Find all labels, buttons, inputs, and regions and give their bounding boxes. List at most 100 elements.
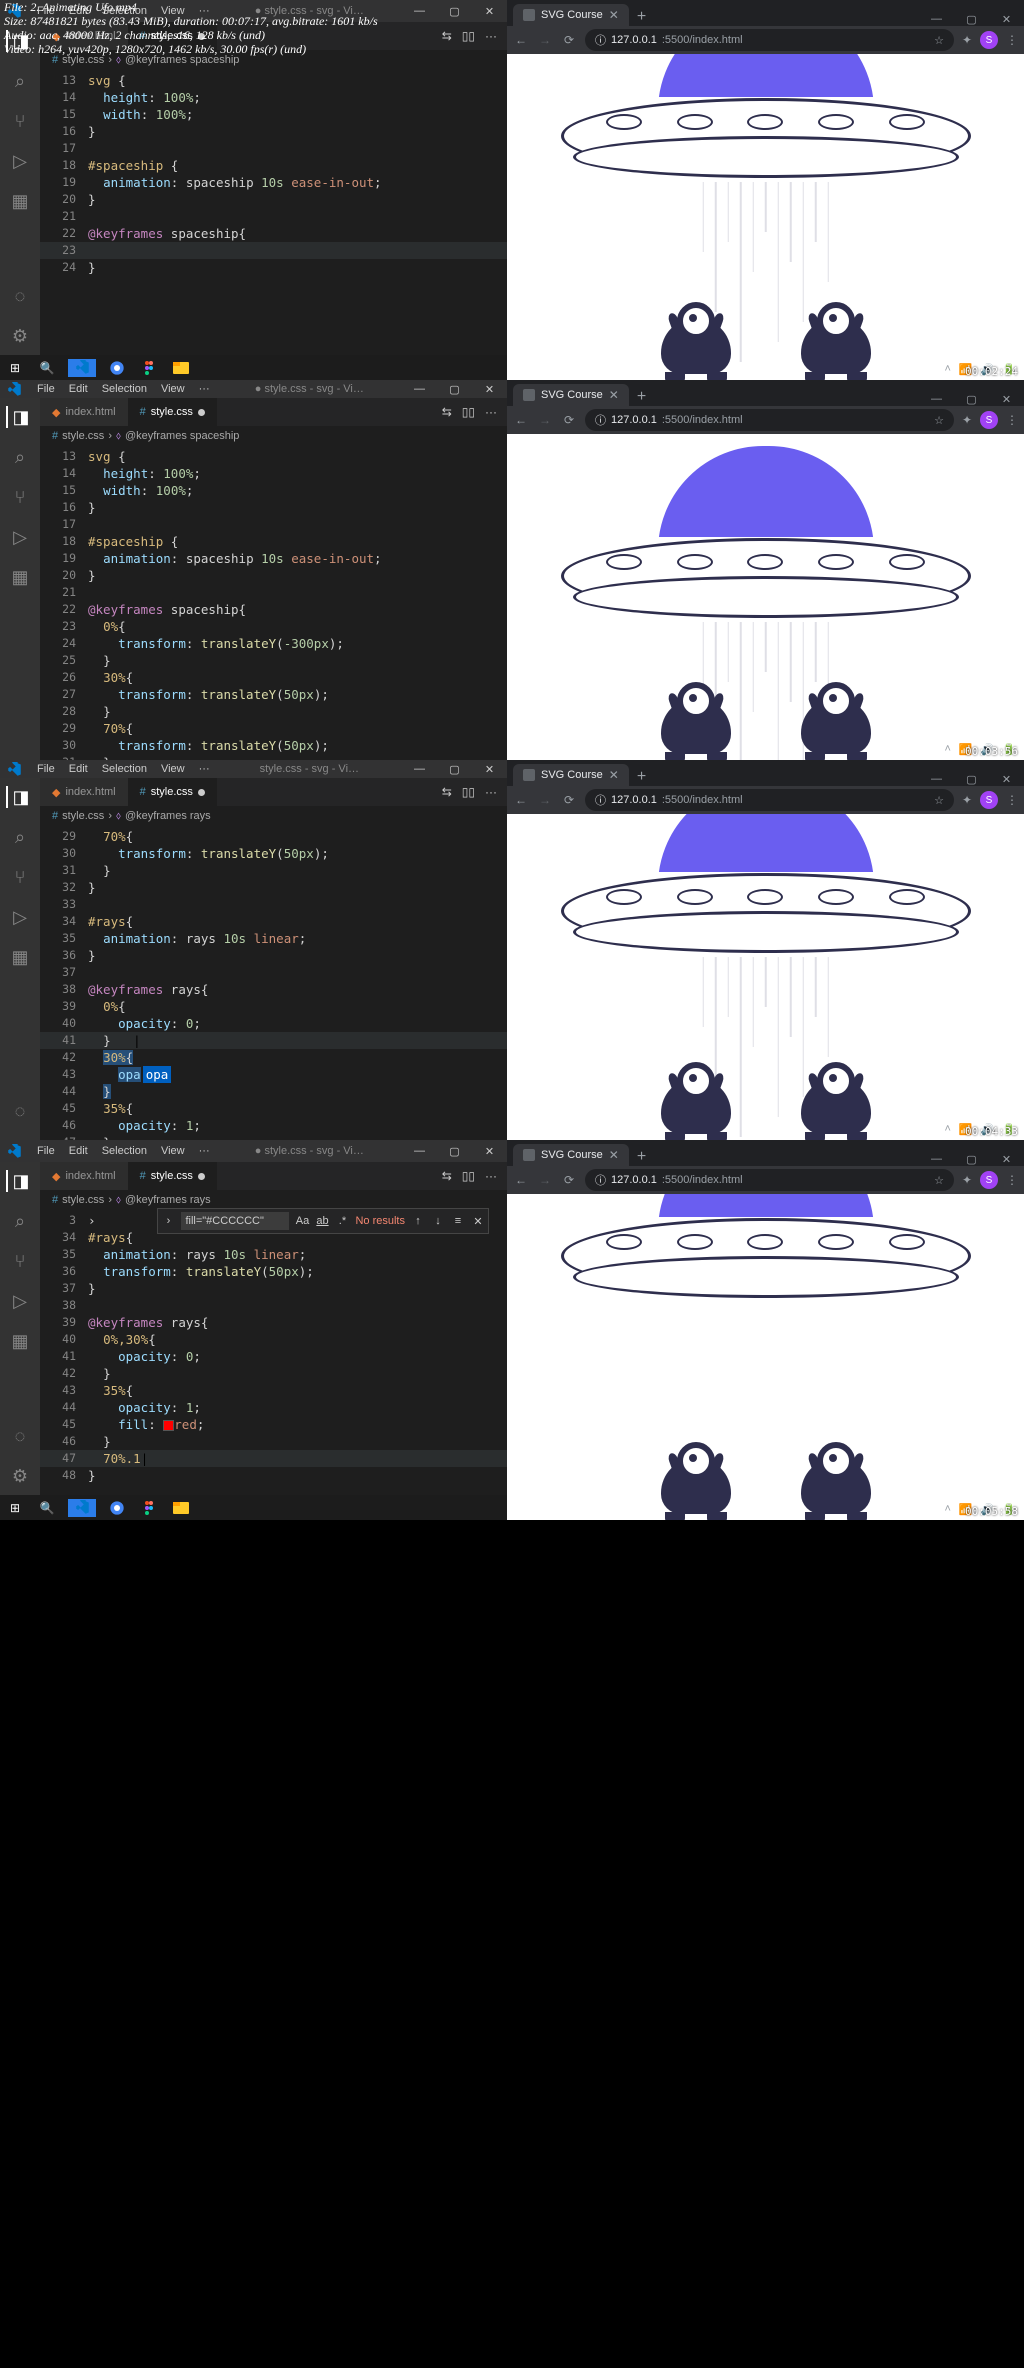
code-line[interactable]: 23 [40, 242, 507, 259]
compare-icon[interactable]: ⇆ [442, 405, 452, 419]
code-line[interactable]: 22 @keyframes spaceship{ [40, 225, 507, 242]
code-line[interactable]: 26 30%{ [40, 669, 507, 686]
nav-back-icon[interactable]: ← [513, 793, 529, 807]
code-line[interactable]: 30 transform: translateY(50px); [40, 845, 507, 862]
chrome-close-button[interactable]: ✕ [989, 773, 1024, 786]
code-line[interactable]: 39 0%{ [40, 998, 507, 1015]
code-line[interactable]: 41 opacity: 0; [40, 1348, 507, 1365]
code-line[interactable]: 38 @keyframes rays{ [40, 981, 507, 998]
account-icon[interactable]: ◌ [9, 1425, 31, 1447]
code-line[interactable]: 35 animation: rays 10s linear; [40, 930, 507, 947]
extensions-icon[interactable]: ✦ [962, 793, 972, 807]
close-button[interactable]: ✕ [472, 383, 507, 396]
code-line[interactable]: 38 [40, 1297, 507, 1314]
site-info-icon[interactable]: ⓘ [595, 412, 606, 428]
profile-avatar[interactable]: S [980, 31, 998, 49]
menu-bar[interactable]: File Edit Selection View ··· [30, 1143, 217, 1159]
breadcrumb-symbol[interactable]: @keyframes rays [125, 810, 211, 822]
code-line[interactable]: 24 } [40, 259, 507, 276]
extensions-icon[interactable]: ▦ [9, 946, 31, 968]
code-line[interactable]: 34 #rays{ [40, 913, 507, 930]
chrome-close-button[interactable]: ✕ [989, 1153, 1024, 1166]
menu-view[interactable]: View [154, 1143, 192, 1159]
menu-selection[interactable]: Selection [95, 381, 154, 397]
files-icon[interactable]: ◨ [6, 406, 32, 428]
taskbar-figma-icon[interactable] [138, 1499, 160, 1517]
gear-icon[interactable]: ⚙ [9, 1465, 31, 1487]
nav-reload-icon[interactable]: ⟳ [561, 1173, 577, 1187]
tray-up-icon[interactable]: ˄ [944, 1123, 950, 1136]
chrome-minimize-button[interactable]: — [919, 393, 954, 406]
code-line[interactable]: 37 [40, 964, 507, 981]
bookmark-star-icon[interactable]: ☆ [934, 794, 944, 807]
code-line[interactable]: 19 animation: spaceship 10s ease-in-out; [40, 550, 507, 567]
code-line[interactable]: 44 } [40, 1083, 507, 1100]
taskbar-chrome-icon[interactable] [106, 1499, 128, 1517]
maximize-button[interactable]: ▢ [437, 763, 472, 776]
code-line[interactable]: 31 } [40, 862, 507, 879]
taskbar-search-icon[interactable]: 🔍 [36, 1499, 58, 1517]
chrome-maximize-button[interactable]: ▢ [954, 13, 989, 26]
tab-close-icon[interactable]: ✕ [609, 768, 619, 782]
code-line[interactable]: 44 opacity: 1; [40, 1399, 507, 1416]
nav-forward-icon[interactable]: → [537, 33, 553, 47]
debug-icon[interactable]: ▷ [9, 906, 31, 928]
code-line[interactable]: 20 } [40, 567, 507, 584]
chrome-tab-strip[interactable]: SVG Course ✕ + — ▢ ✕ [507, 0, 1024, 26]
bookmark-star-icon[interactable]: ☆ [934, 414, 944, 427]
find-in-selection-icon[interactable]: ≡ [451, 1215, 465, 1227]
code-line[interactable]: 22 @keyframes spaceship{ [40, 601, 507, 618]
new-tab-button[interactable]: + [629, 388, 654, 406]
browser-tab[interactable]: SVG Course ✕ [513, 384, 629, 406]
chrome-tab-strip[interactable]: SVG Course ✕ + — ▢ ✕ [507, 760, 1024, 786]
address-bar[interactable]: ⓘ 127.0.0.1:5500/index.html ☆ [585, 409, 954, 431]
code-line[interactable]: 15 width: 100%; [40, 482, 507, 499]
extensions-icon[interactable]: ✦ [962, 1173, 972, 1187]
title-bar[interactable]: File Edit Selection View ··· style.css -… [0, 760, 507, 778]
code-line[interactable]: 16 } [40, 499, 507, 516]
taskbar-explorer-icon[interactable] [170, 1499, 192, 1517]
nav-reload-icon[interactable]: ⟳ [561, 33, 577, 47]
find-input[interactable] [181, 1212, 289, 1230]
chrome-tab-strip[interactable]: SVG Course ✕ + — ▢ ✕ [507, 380, 1024, 406]
chrome-maximize-button[interactable]: ▢ [954, 1153, 989, 1166]
code-editor[interactable]: 29 70%{ 30 transform: translateY(50px); … [40, 826, 507, 1170]
chrome-tab-strip[interactable]: SVG Course ✕ + — ▢ ✕ [507, 1140, 1024, 1166]
split-editor-icon[interactable]: ▯▯ [462, 405, 475, 419]
breadcrumb[interactable]: # style.css › ⬨ @keyframes rays [40, 806, 507, 826]
menu-file[interactable]: File [30, 761, 62, 777]
menu-more[interactable]: ··· [192, 1143, 217, 1159]
title-bar[interactable]: File Edit Selection View ··· ● style.css… [0, 1140, 507, 1162]
chrome-minimize-button[interactable]: — [919, 13, 954, 26]
tab-close-icon[interactable]: ✕ [609, 1148, 619, 1162]
menu-selection[interactable]: Selection [95, 761, 154, 777]
code-line[interactable]: 27 transform: translateY(50px); [40, 686, 507, 703]
chrome-close-button[interactable]: ✕ [989, 13, 1024, 26]
regex-icon[interactable]: .* [335, 1215, 349, 1227]
debug-icon[interactable]: ▷ [9, 526, 31, 548]
code-line[interactable]: 42 30%{ [40, 1049, 507, 1066]
source-control-icon[interactable]: ⑂ [9, 1250, 31, 1272]
code-line[interactable]: 16 } [40, 123, 507, 140]
nav-back-icon[interactable]: ← [513, 33, 529, 47]
tray-up-icon[interactable]: ˄ [944, 743, 950, 756]
profile-avatar[interactable]: S [980, 791, 998, 809]
minimize-button[interactable]: — [402, 383, 437, 396]
extensions-icon[interactable]: ▦ [9, 566, 31, 588]
menu-more[interactable]: ··· [192, 761, 217, 777]
code-line[interactable]: 21 [40, 208, 507, 225]
code-line[interactable]: 42 } [40, 1365, 507, 1382]
code-line[interactable]: 43 opaopa [40, 1066, 507, 1083]
compare-icon[interactable]: ⇆ [442, 1169, 452, 1183]
windows-start-icon[interactable]: ⊞ [4, 1499, 26, 1517]
minimize-button[interactable]: — [402, 1145, 437, 1158]
split-editor-icon[interactable]: ▯▯ [462, 1169, 475, 1183]
tab-more-icon[interactable]: ··· [485, 1169, 497, 1183]
extensions-icon[interactable]: ▦ [9, 1330, 31, 1352]
code-line[interactable]: 45 35%{ [40, 1100, 507, 1117]
new-tab-button[interactable]: + [629, 8, 654, 26]
nav-forward-icon[interactable]: → [537, 793, 553, 807]
address-bar[interactable]: ⓘ 127.0.0.1:5500/index.html ☆ [585, 789, 954, 811]
browser-tab[interactable]: SVG Course ✕ [513, 1144, 629, 1166]
menu-edit[interactable]: Edit [62, 381, 95, 397]
